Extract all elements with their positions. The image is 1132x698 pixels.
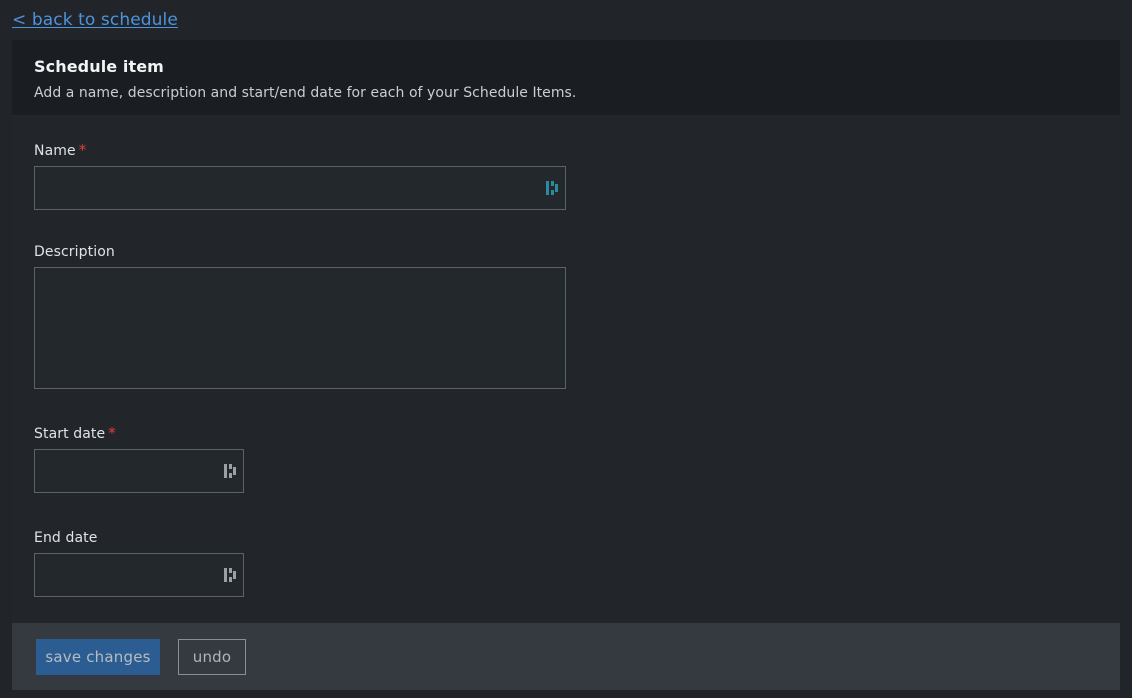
start-date-label-text: Start date bbox=[34, 426, 106, 442]
start-date-label: Start date * bbox=[34, 424, 1098, 442]
calendar-icon[interactable] bbox=[224, 568, 236, 582]
end-date-input[interactable] bbox=[34, 553, 244, 597]
text-cursor-icon bbox=[546, 181, 558, 195]
name-label-text: Name bbox=[34, 143, 76, 159]
save-changes-button[interactable]: save changes bbox=[36, 638, 160, 675]
name-required-asterisk: * bbox=[78, 141, 87, 159]
card-header: Schedule item Add a name, description an… bbox=[12, 40, 1120, 115]
schedule-item-card: Schedule item Add a name, description an… bbox=[12, 40, 1120, 690]
back-to-schedule-link[interactable]: < back to schedule bbox=[12, 11, 178, 29]
start-date-required-asterisk: * bbox=[108, 424, 116, 442]
field-name: Name * bbox=[34, 141, 1098, 210]
page-root: < back to schedule Schedule item Add a n… bbox=[0, 0, 1132, 698]
card-body: Name * Description Start date * End date bbox=[12, 115, 1120, 622]
description-textarea[interactable] bbox=[34, 267, 566, 389]
undo-button[interactable]: undo bbox=[178, 638, 246, 675]
page-title: Schedule item bbox=[34, 57, 164, 76]
description-label: Description bbox=[34, 244, 115, 260]
field-description: Description bbox=[34, 244, 1098, 389]
name-input[interactable] bbox=[34, 166, 566, 210]
calendar-icon[interactable] bbox=[224, 464, 236, 478]
end-date-label: End date bbox=[34, 530, 98, 546]
card-footer: save changes undo bbox=[12, 623, 1120, 690]
field-end-date: End date bbox=[34, 530, 1098, 597]
page-subtitle: Add a name, description and start/end da… bbox=[34, 85, 577, 101]
name-label: Name * bbox=[34, 141, 1098, 159]
back-nav-row: < back to schedule bbox=[0, 0, 1132, 40]
field-start-date: Start date * bbox=[34, 424, 1098, 493]
start-date-input[interactable] bbox=[34, 449, 244, 493]
